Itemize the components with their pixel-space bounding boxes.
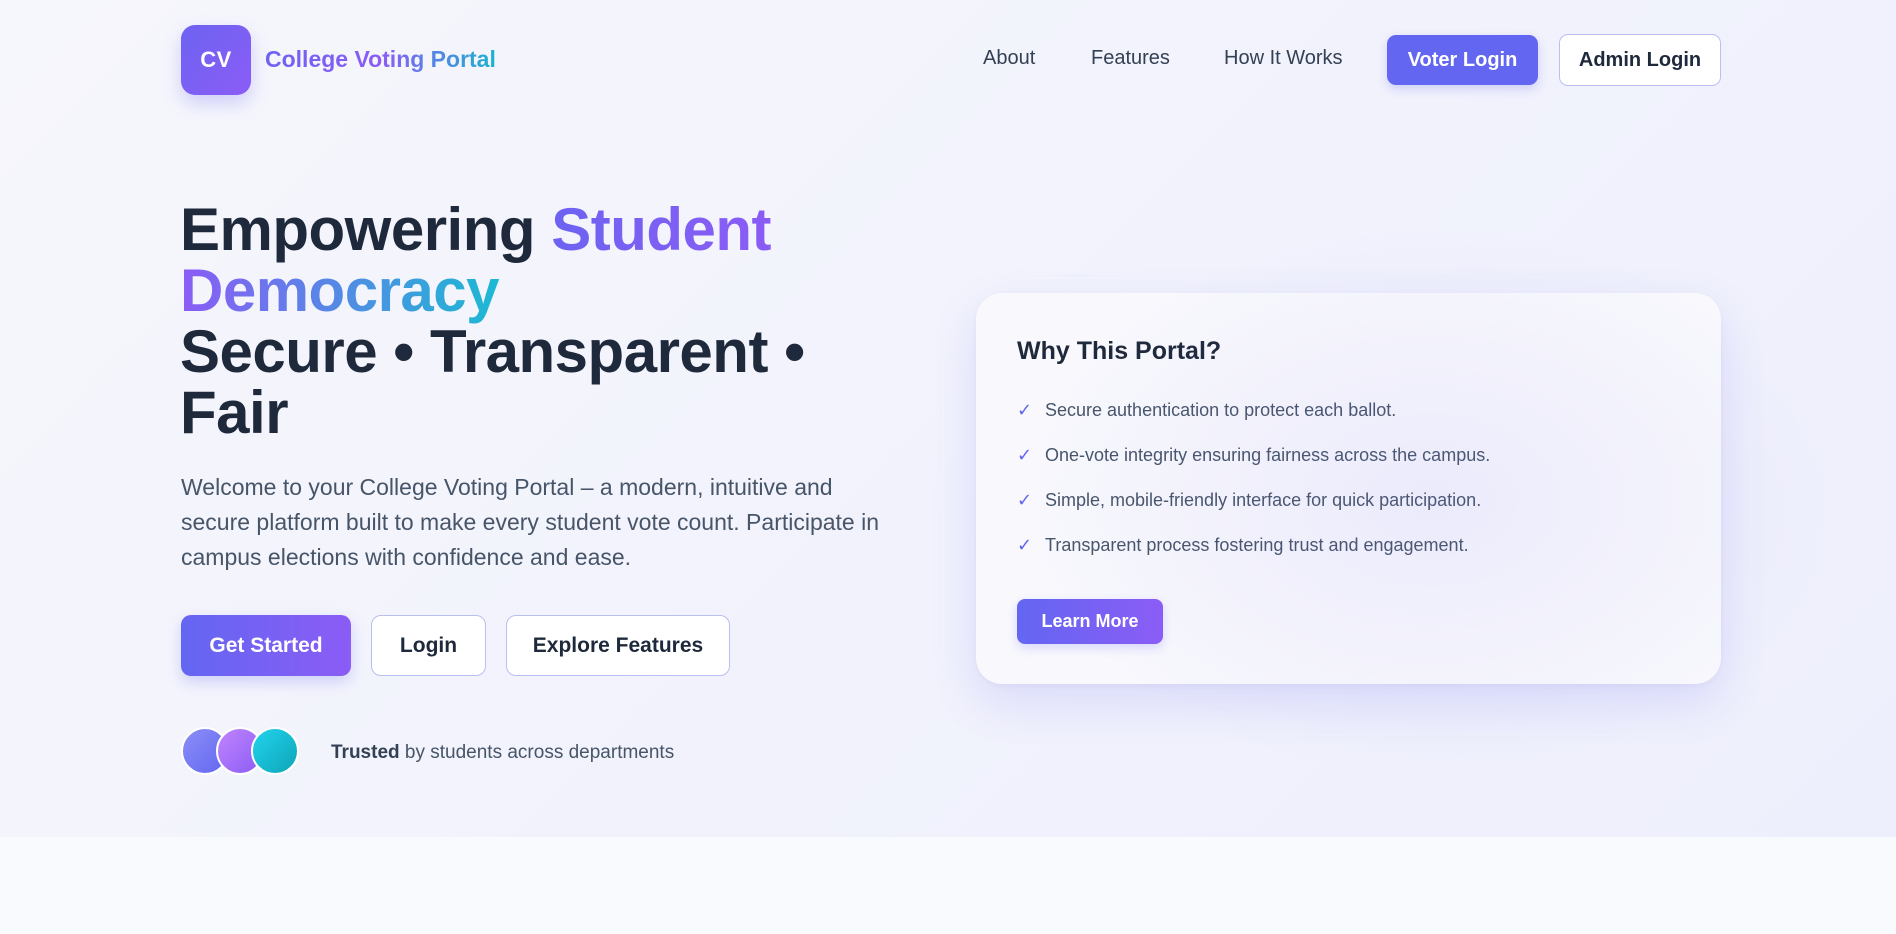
card-title: Why This Portal? — [1017, 337, 1222, 365]
explore-features-button[interactable]: Explore Features — [506, 615, 730, 676]
headline-part-2: Secure • Transparent • — [180, 318, 805, 385]
headline-part-1: Empowering — [180, 196, 552, 263]
admin-login-button[interactable]: Admin Login — [1559, 34, 1721, 86]
feature-text: One-vote integrity ensuring fairness acr… — [1045, 445, 1491, 465]
login-button[interactable]: Login — [371, 615, 486, 676]
logo-badge[interactable]: CV — [181, 25, 251, 95]
check-icon: ✓ — [1017, 400, 1033, 420]
headline-accent-student: Student — [551, 196, 772, 263]
feature-text: Simple, mobile-friendly interface for qu… — [1045, 490, 1482, 510]
nav-how-it-works[interactable]: How It Works — [1224, 47, 1343, 70]
voter-login-button[interactable]: Voter Login — [1387, 35, 1538, 85]
hero-headline: Empowering Student Democracy Secure • Tr… — [180, 199, 900, 443]
feature-item: ✓ Secure authentication to protect each … — [1017, 400, 1396, 421]
feature-text: Secure authentication to protect each ba… — [1045, 400, 1397, 420]
why-portal-card: Why This Portal? ✓ Secure authentication… — [976, 293, 1721, 684]
check-icon: ✓ — [1017, 445, 1033, 465]
next-section — [0, 837, 1896, 934]
headline-part-3: Fair — [180, 379, 289, 446]
nav-about[interactable]: About — [983, 47, 1035, 70]
check-icon: ✓ — [1017, 490, 1033, 510]
hero-intro: Welcome to your College Voting Portal – … — [181, 474, 880, 570]
learn-more-button[interactable]: Learn More — [1017, 599, 1163, 644]
get-started-button[interactable]: Get Started — [181, 615, 351, 676]
avatar — [251, 727, 299, 775]
check-icon: ✓ — [1017, 535, 1033, 555]
trust-rest: by students across departments — [399, 742, 675, 763]
feature-item: ✓ Simple, mobile-friendly interface for … — [1017, 490, 1481, 511]
feature-text: Transparent process fostering trust and … — [1045, 535, 1469, 555]
trust-bold: Trusted — [331, 742, 400, 763]
feature-item: ✓ One-vote integrity ensuring fairness a… — [1017, 445, 1490, 466]
brand-name[interactable]: College Voting Portal — [265, 46, 496, 73]
hero-section: CV College Voting Portal About Features … — [0, 0, 1896, 837]
feature-item: ✓ Transparent process fostering trust an… — [1017, 535, 1469, 556]
nav-features[interactable]: Features — [1091, 47, 1170, 70]
logo-initials: CV — [200, 47, 232, 72]
headline-accent-democracy: Democracy — [180, 257, 500, 324]
trust-text: Trusted by students across departments — [331, 742, 674, 764]
